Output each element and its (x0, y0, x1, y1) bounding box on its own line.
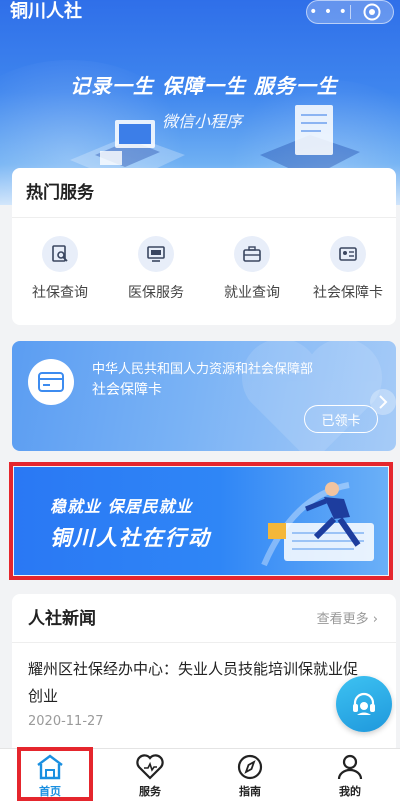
news-title: 人社新闻 (28, 609, 96, 629)
mini-program-capsule: • • • (306, 0, 394, 24)
card-name: 社会保障卡 (92, 382, 162, 398)
more-dots-icon: • • • (309, 4, 348, 20)
app-title: 铜川人社 (10, 1, 82, 22)
compass-icon (237, 754, 263, 780)
home-tab-highlight-outline (17, 747, 93, 801)
close-mini-program-button[interactable] (351, 1, 393, 23)
social-security-card-panel[interactable]: 中华人民共和国人力资源和社会保障部 社会保障卡 已领卡 (12, 341, 396, 451)
id-card-icon (339, 247, 357, 261)
hot-services-list: 社保查询 医保服务 就业查询 社会保障卡 (12, 236, 396, 302)
tab-services[interactable]: 服务 (100, 749, 200, 803)
hot-services-card: 热门服务 社保查询 医保服务 就业查询 社会保障卡 (12, 168, 396, 325)
briefcase-icon (243, 246, 261, 262)
chevron-right-icon: › (372, 612, 378, 627)
tab-mine[interactable]: 我的 (300, 749, 400, 803)
next-card-button[interactable] (370, 389, 396, 415)
service-medical-insurance[interactable]: 医保服务 (108, 236, 204, 302)
tab-guide[interactable]: 指南 (200, 749, 300, 803)
card-icon (28, 359, 74, 405)
news-date: 2020-11-27 (28, 714, 104, 729)
news-card: 人社新闻 查看更多 › 耀州区社保经办中心：失业人员技能培训保就业促创业 202… (12, 594, 396, 754)
news-headline[interactable]: 耀州区社保经办中心：失业人员技能培训保就业促创业 (28, 656, 368, 710)
document-search-icon (52, 245, 68, 262)
headset-icon (353, 692, 375, 715)
more-menu-button[interactable]: • • • (307, 1, 350, 23)
user-icon (337, 754, 363, 780)
banner-highlight-outline (9, 462, 393, 580)
hot-services-title: 热门服务 (26, 183, 94, 203)
hero-slogan: 记录一生 保障一生 服务一生 (70, 74, 338, 98)
service-social-insurance-query[interactable]: 社保查询 (12, 236, 108, 302)
heart-icon (136, 754, 164, 780)
monitor-icon (147, 246, 165, 262)
target-icon (363, 3, 381, 21)
service-employment-query[interactable]: 就业查询 (204, 236, 300, 302)
card-status-button[interactable]: 已领卡 (304, 405, 378, 433)
news-more-link[interactable]: 查看更多 › (317, 608, 378, 627)
service-social-security-card[interactable]: 社会保障卡 (300, 236, 396, 302)
customer-service-button[interactable] (336, 676, 392, 732)
chevron-right-icon (379, 395, 388, 409)
card-issuer: 中华人民共和国人力资源和社会保障部 (92, 362, 314, 377)
